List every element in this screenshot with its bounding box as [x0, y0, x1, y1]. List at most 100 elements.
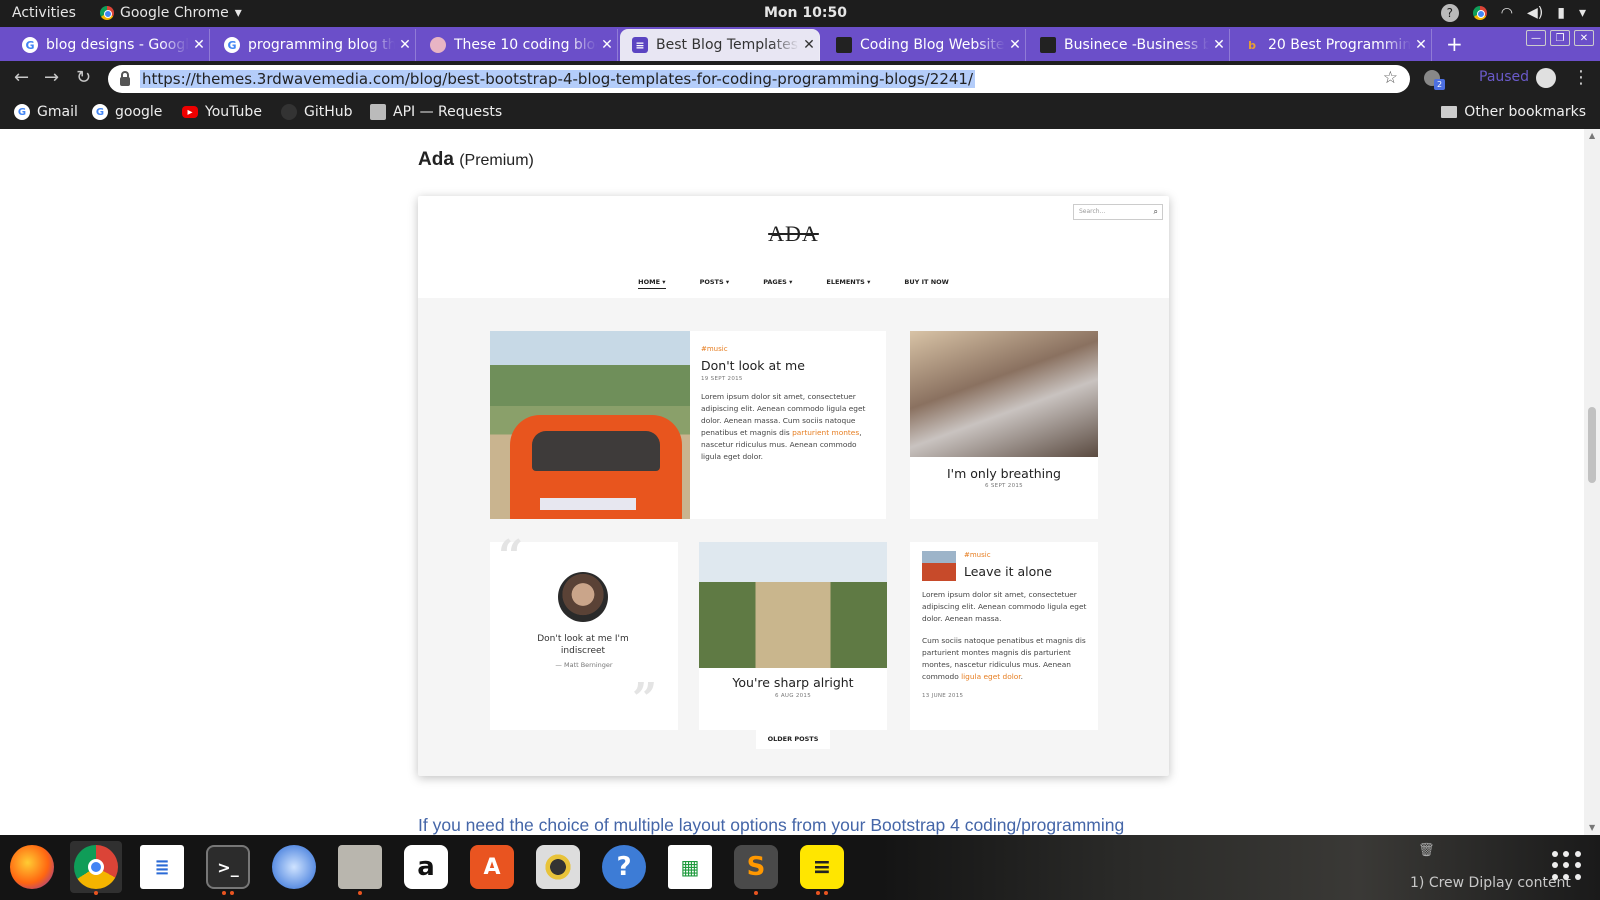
close-icon[interactable]: ✕	[1005, 37, 1025, 53]
writer-icon: ≣	[140, 845, 184, 889]
bookmark-label: GitHub	[304, 104, 353, 120]
dock-rhythmbox[interactable]	[532, 841, 584, 893]
older-posts-button: OLDER POSTS	[756, 729, 830, 749]
chevron-down-icon[interactable]: ▾	[1579, 5, 1586, 21]
system-tray[interactable]: ? ◠ ◀) ▮ ▾	[1440, 4, 1586, 22]
other-bookmarks[interactable]: Other bookmarks	[1441, 104, 1586, 120]
close-icon[interactable]: ✕	[597, 37, 617, 53]
post-title: You're sharp alright	[732, 675, 854, 690]
tab-title: 20 Best Programming blogs	[1268, 37, 1411, 53]
post-title: Leave it alone	[964, 564, 1052, 579]
bookmark-gmail[interactable]: G Gmail	[14, 104, 78, 120]
bookmark-google[interactable]: G google	[92, 104, 162, 120]
tab-title: Businece -Business blog	[1064, 37, 1209, 53]
tab-title: blog designs - Google Search	[46, 37, 189, 53]
google-icon: G	[22, 37, 38, 53]
page-scrollbar[interactable]: ▲ ▼	[1584, 129, 1600, 835]
menu-dots-icon[interactable]: ⋮	[1572, 67, 1590, 88]
show-applications-icon[interactable]	[1552, 851, 1582, 881]
minimize-icon[interactable]: —	[1526, 30, 1546, 46]
tab-blog-designs[interactable]: G blog designs - Google Search ✕	[10, 29, 210, 61]
address-bar[interactable]: https://themes.3rdwavemedia.com/blog/bes…	[108, 65, 1410, 93]
browser-toolbar: ← → ↻ https://themes.3rdwavemedia.com/bl…	[0, 61, 1600, 97]
dock-firefox[interactable]	[6, 841, 58, 893]
chrome-tray-icon[interactable]	[1472, 6, 1487, 20]
ubuntu-dock: ≣ >_ a A ? ▦ S ≡ 🗑 1) Crew Diplay conten…	[0, 835, 1600, 900]
tab-best-blog-templates[interactable]: ≡ Best Blog Templates ✕	[620, 29, 820, 61]
wifi-icon[interactable]: ◠	[1501, 5, 1513, 21]
tab-coding-blog-website[interactable]: Coding Blog Website ✕	[824, 29, 1026, 61]
article-paragraph: If you need the choice of multiple layou…	[418, 815, 1125, 835]
post-thumbnail	[922, 551, 956, 581]
url-text[interactable]: https://themes.3rdwavemedia.com/blog/bes…	[140, 70, 976, 88]
tab-20-best-programming[interactable]: b 20 Best Programming blogs ✕	[1232, 29, 1432, 61]
trash-icon[interactable]: 🗑	[1418, 843, 1435, 858]
van-plate	[540, 498, 636, 510]
firefox-icon	[10, 845, 54, 889]
running-indicator	[94, 891, 98, 895]
software-center-icon: A	[470, 845, 514, 889]
dock-terminal[interactable]: >_	[202, 841, 254, 895]
tab-strip: G blog designs - Google Search ✕ G progr…	[0, 27, 1600, 61]
scroll-up-icon[interactable]: ▲	[1589, 131, 1595, 140]
dock-notes[interactable]: ≡	[796, 841, 848, 895]
dock-sublime[interactable]: S	[730, 841, 782, 895]
dock-files[interactable]	[334, 841, 386, 895]
dock-calc[interactable]: ▦	[664, 841, 716, 893]
new-tab-button[interactable]: +	[1446, 32, 1463, 56]
bookmark-youtube[interactable]: ▸ YouTube	[182, 104, 262, 120]
profile-avatar-icon[interactable]	[1536, 68, 1556, 88]
excerpt-link: parturient montes	[792, 428, 860, 437]
profile-status[interactable]: Paused	[1479, 69, 1529, 85]
back-arrow-icon[interactable]: ←	[14, 67, 29, 88]
clock[interactable]: Mon 10:50	[764, 5, 847, 21]
close-icon[interactable]: ✕	[395, 37, 415, 53]
chrome-icon	[74, 845, 118, 889]
van-photo	[490, 331, 690, 519]
tab-programming-blog[interactable]: G programming blog themes ✕	[212, 29, 416, 61]
post-date: 6 SEPT 2015	[985, 483, 1023, 489]
tab-coding-blog-themes[interactable]: These 10 coding blog themes ✕	[418, 29, 618, 61]
bookmark-api-requests[interactable]: API — Requests	[370, 104, 502, 120]
tab-title: Coding Blog Website	[860, 37, 1005, 53]
reload-icon[interactable]: ↻	[76, 67, 91, 88]
bookmark-label: Gmail	[37, 104, 78, 120]
running-indicator	[358, 891, 362, 895]
battery-icon[interactable]: ▮	[1557, 5, 1565, 21]
forward-arrow-icon[interactable]: →	[44, 67, 59, 88]
scroll-down-icon[interactable]: ▼	[1589, 823, 1595, 832]
close-icon[interactable]: ✕	[1209, 37, 1229, 53]
close-icon[interactable]: ✕	[189, 37, 209, 53]
preview-menu-pages: PAGES ▾	[763, 278, 793, 286]
close-icon[interactable]: ✕	[1411, 37, 1431, 53]
star-icon[interactable]: ☆	[1383, 68, 1398, 88]
dock-software[interactable]: A	[466, 841, 518, 893]
help-icon[interactable]: ?	[1440, 4, 1459, 22]
preview-menu: HOME ▾ POSTS ▾ PAGES ▾ ELEMENTS ▾ BUY IT…	[418, 278, 1169, 289]
app-menu[interactable]: Google Chrome ▾	[100, 5, 242, 21]
quote-author: — Matt Berninger	[555, 661, 613, 669]
post-tag: #music	[964, 551, 991, 559]
template-preview-image[interactable]: Search... ⌕ ADA HOME ▾ POSTS ▾ PAGES ▾ E…	[418, 196, 1169, 776]
dock-help[interactable]: ?	[598, 841, 650, 893]
tab-businece[interactable]: Businece -Business blog ✕	[1028, 29, 1230, 61]
close-quote-icon: ”	[632, 674, 658, 725]
bookmark-label: YouTube	[205, 104, 262, 120]
dock-chrome[interactable]	[70, 841, 122, 895]
youtube-icon: ▸	[182, 106, 198, 118]
dock-amazon[interactable]: a	[400, 841, 452, 893]
close-icon[interactable]: ✕	[799, 37, 819, 53]
bookmark-github[interactable]: GitHub	[281, 104, 353, 120]
scrollbar-thumb[interactable]	[1588, 407, 1596, 483]
site-favicon-icon	[430, 37, 446, 53]
lock-icon[interactable]	[120, 70, 130, 86]
dock-thunderbird[interactable]	[268, 841, 320, 893]
close-window-icon[interactable]: ✕	[1574, 30, 1594, 46]
site-favicon-icon	[836, 37, 852, 53]
activities-button[interactable]: Activities	[12, 5, 76, 21]
dock-writer[interactable]: ≣	[136, 841, 188, 893]
restore-icon[interactable]: ❐	[1550, 30, 1570, 46]
volume-icon[interactable]: ◀)	[1527, 5, 1543, 21]
post-date: 13 JUNE 2015	[922, 693, 964, 699]
preview-menu-home: HOME ▾	[638, 278, 666, 289]
